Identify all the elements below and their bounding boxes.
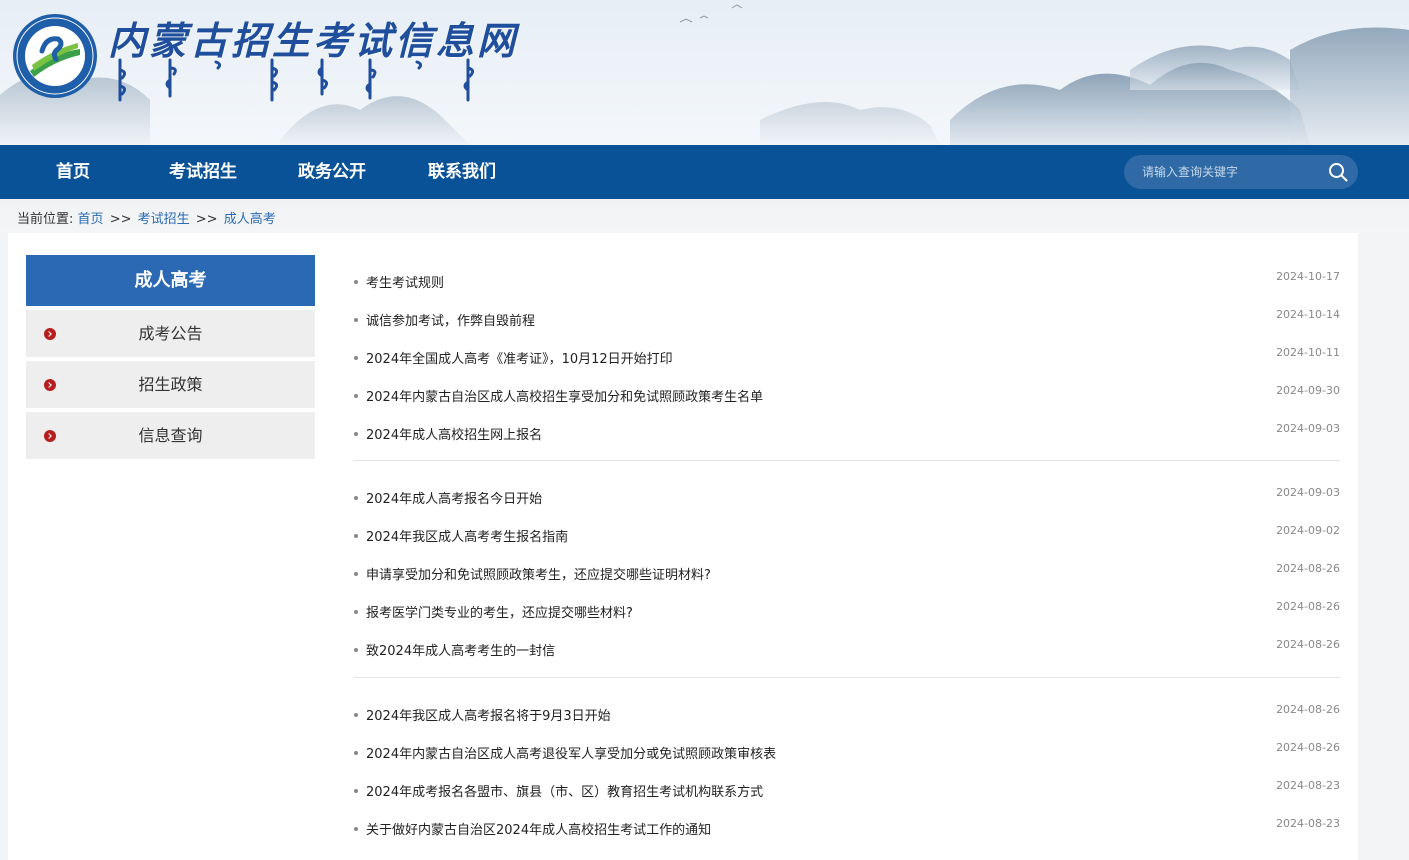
bullet-dot-icon <box>354 788 358 793</box>
news-group: 2024年我区成人高考报名将于9月3日开始 2024-08-26 2024年内蒙古… <box>354 696 1340 856</box>
search-input[interactable] <box>1124 155 1320 189</box>
chevron-right-icon <box>44 430 56 442</box>
news-title[interactable]: 2024年成人高考报名今日开始 <box>366 488 542 507</box>
nav-item-exams[interactable]: 考试招生 <box>169 145 237 199</box>
bullet-dot-icon <box>354 610 358 615</box>
breadcrumb-exams[interactable]: 考试招生 <box>138 212 190 227</box>
news-date: 2024-08-26 <box>1276 600 1340 614</box>
news-date: 2024-08-23 <box>1276 778 1340 792</box>
sidebar-item-label: 信息查询 <box>138 426 203 445</box>
bullet-dot-icon <box>354 496 358 501</box>
bullet-dot-icon <box>354 280 358 284</box>
news-item[interactable]: 2024年我区成人高考考生报名指南 2024-09-02 <box>354 517 1340 555</box>
mongolian-script-logo <box>118 58 475 102</box>
breadcrumb-current[interactable]: 成人高考 <box>224 212 276 227</box>
news-item[interactable]: 诚信参加考试，作弊自毁前程 2024-10-14 <box>354 301 1340 339</box>
news-date: 2024-08-26 <box>1276 562 1340 576</box>
news-item[interactable]: 申请享受加分和免试照顾政策考生，还应提交哪些证明材料? 2024-08-26 <box>354 555 1340 593</box>
news-date: 2024-09-03 <box>1276 486 1340 500</box>
breadcrumb-separator: >> <box>109 212 132 227</box>
news-item[interactable]: 2024年内蒙古自治区成人高考退役军人享受加分或免试照顾政策审核表 2024-08… <box>354 734 1340 772</box>
bullet-dot-icon <box>354 534 358 539</box>
news-title[interactable]: 2024年成人高校招生网上报名 <box>366 424 542 443</box>
bullet-dot-icon <box>354 393 358 398</box>
news-item[interactable]: 致2024年成人高考考生的一封信 2024-08-26 <box>354 631 1340 669</box>
bullet-dot-icon <box>354 826 358 831</box>
news-date: 2024-08-23 <box>1276 816 1340 830</box>
news-item[interactable]: 2024年成人高校招生网上报名 2024-09-03 <box>354 415 1340 453</box>
news-item[interactable]: 2024年全国成人高考《准考证》，10月12日开始打印 2024-10-11 <box>354 339 1340 377</box>
news-item[interactable]: 2024年我区成人高考报名将于9月3日开始 2024-08-26 <box>354 696 1340 734</box>
sidebar-item-label: 成考公告 <box>138 324 203 343</box>
search-box <box>1124 155 1358 189</box>
news-date: 2024-08-26 <box>1276 638 1340 652</box>
news-date: 2024-10-14 <box>1276 307 1340 321</box>
news-date: 2024-09-03 <box>1276 421 1340 435</box>
news-date: 2024-10-11 <box>1276 345 1340 359</box>
chevron-right-icon <box>44 328 56 340</box>
news-item[interactable]: 报考医学门类专业的考生，还应提交哪些材料? 2024-08-26 <box>354 593 1340 631</box>
bullet-dot-icon <box>354 572 358 577</box>
sidebar-item-policies[interactable]: 招生政策 <box>26 361 315 408</box>
breadcrumb: 当前位置: 首页 >> 考试招生 >> 成人高考 <box>17 208 276 227</box>
bullet-dot-icon <box>354 317 358 322</box>
news-date: 2024-10-17 <box>1276 270 1340 283</box>
breadcrumb-prefix: 当前位置: <box>17 212 74 227</box>
news-item[interactable]: 关于做好内蒙古自治区2024年成人高校招生考试工作的通知 2024-08-23 <box>354 810 1340 848</box>
search-icon[interactable] <box>1328 162 1348 182</box>
sidebar-title: 成人高考 <box>26 255 315 306</box>
news-title[interactable]: 2024年内蒙古自治区成人高考退役军人享受加分或免试照顾政策审核表 <box>366 743 776 762</box>
breadcrumb-separator: >> <box>195 212 218 227</box>
news-list: 考生考试规则 2024-10-17 诚信参加考试，作弊自毁前程 2024-10-14… <box>354 263 1340 860</box>
header-banner: 内蒙古招生考试信息网 <box>0 0 1409 145</box>
news-title[interactable]: 2024年成考报名各盟市、旗县（市、区）教育招生考试机构联系方式 <box>366 781 763 800</box>
nav-item-contact[interactable]: 联系我们 <box>428 145 496 199</box>
news-title[interactable]: 2024年全国成人高考《准考证》，10月12日开始打印 <box>366 348 673 367</box>
news-title[interactable]: 2024年我区成人高考报名将于9月3日开始 <box>366 705 611 724</box>
news-title[interactable]: 致2024年成人高考考生的一封信 <box>366 640 555 659</box>
sidebar-item-announcements[interactable]: 成考公告 <box>26 310 315 357</box>
news-title[interactable]: 报考医学门类专业的考生，还应提交哪些材料? <box>366 602 633 621</box>
bullet-dot-icon <box>354 750 358 755</box>
news-group: 2024年成人高考报名今日开始 2024-09-03 2024年我区成人高考考生报… <box>354 479 1340 678</box>
news-item[interactable]: 2024年成考报名各盟市、旗县（市、区）教育招生考试机构联系方式 2024-08-… <box>354 772 1340 810</box>
bullet-dot-icon <box>354 355 358 360</box>
news-item[interactable]: 2024年内蒙古自治区成人高校招生享受加分和免试照顾政策考生名单 2024-09-… <box>354 377 1340 415</box>
breadcrumb-strip: 当前位置: 首页 >> 考试招生 >> 成人高考 <box>0 199 1409 233</box>
news-title[interactable]: 申请享受加分和免试照顾政策考生，还应提交哪些证明材料? <box>366 564 711 583</box>
news-date: 2024-08-26 <box>1276 740 1340 754</box>
news-date: 2024-09-30 <box>1276 383 1340 397</box>
main-nav: 首页 考试招生 政务公开 联系我们 <box>0 145 1409 199</box>
bullet-dot-icon <box>354 712 358 717</box>
emblem-icon <box>13 14 97 98</box>
news-item[interactable]: 2024年成人高考报名今日开始 2024-09-03 <box>354 479 1340 517</box>
sidebar-item-lookup[interactable]: 信息查询 <box>26 412 315 459</box>
news-title[interactable]: 考生考试规则 <box>366 272 444 291</box>
main-panel: 成人高考 成考公告 招生政策 信息查询 考生考试规则 2024-10-17 诚信参… <box>8 233 1358 860</box>
chevron-right-icon <box>44 379 56 391</box>
news-date: 2024-08-26 <box>1276 702 1340 716</box>
bullet-dot-icon <box>354 431 358 436</box>
news-group: 考生考试规则 2024-10-17 诚信参加考试，作弊自毁前程 2024-10-14… <box>354 263 1340 462</box>
nav-item-gov-info[interactable]: 政务公开 <box>298 145 366 199</box>
news-date: 2024-09-02 <box>1276 524 1340 538</box>
news-title[interactable]: 2024年内蒙古自治区成人高校招生享受加分和免试照顾政策考生名单 <box>366 386 763 405</box>
news-title[interactable]: 2024年我区成人高考考生报名指南 <box>366 526 568 545</box>
news-item[interactable]: 考生考试规则 2024-10-17 <box>354 263 1340 301</box>
sidebar-item-label: 招生政策 <box>138 375 203 394</box>
nav-item-home[interactable]: 首页 <box>56 145 90 199</box>
news-title[interactable]: 关于做好内蒙古自治区2024年成人高校招生考试工作的通知 <box>366 819 711 838</box>
bullet-dot-icon <box>354 648 358 653</box>
news-title[interactable]: 诚信参加考试，作弊自毁前程 <box>366 310 535 329</box>
sidebar: 成人高考 成考公告 招生政策 信息查询 <box>26 255 315 459</box>
breadcrumb-home[interactable]: 首页 <box>78 212 104 227</box>
